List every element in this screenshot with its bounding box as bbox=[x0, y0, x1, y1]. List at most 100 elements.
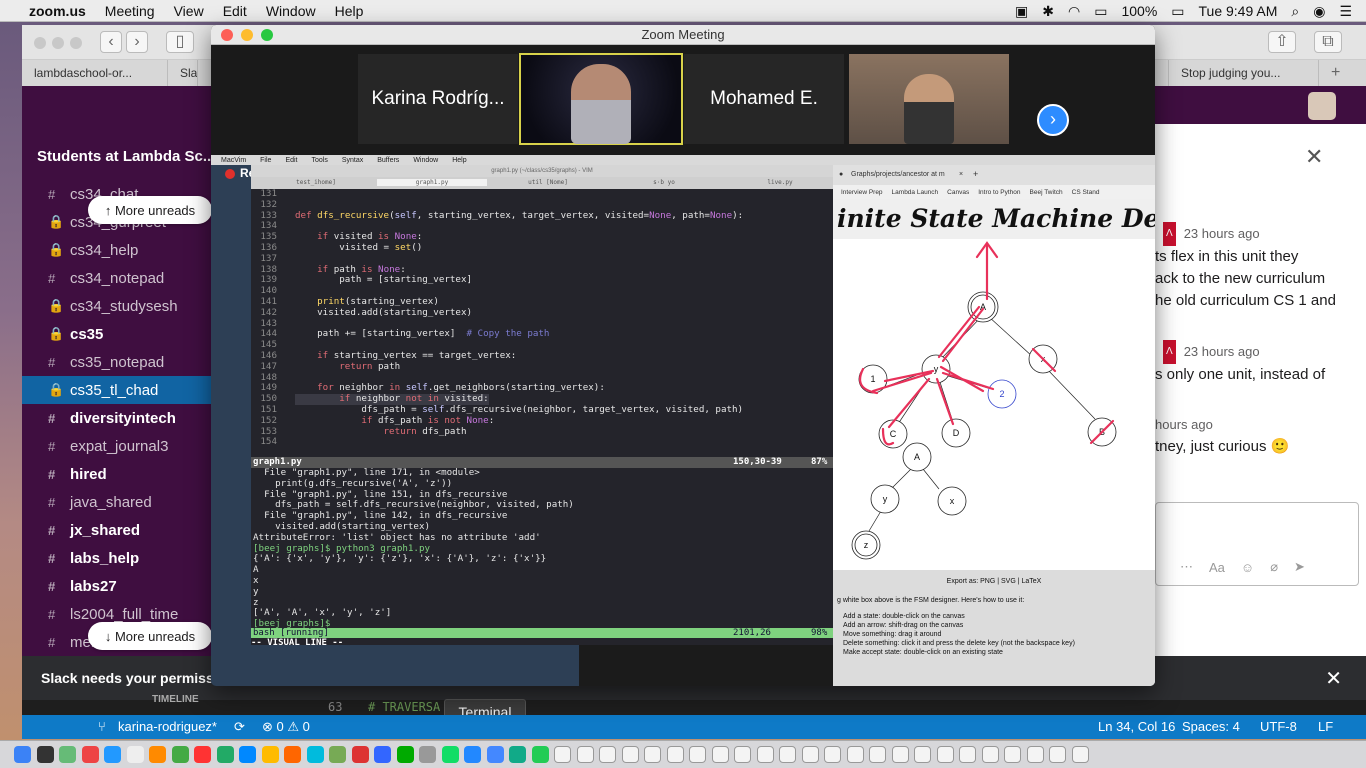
dock-app-icon[interactable] bbox=[846, 746, 864, 763]
dock-app-icon[interactable] bbox=[689, 746, 706, 763]
dock-app-icon[interactable] bbox=[666, 746, 684, 763]
dock-app-icon[interactable] bbox=[734, 746, 751, 763]
dock-app-icon[interactable] bbox=[126, 746, 144, 763]
sidebar-item-cs34-notepad[interactable]: # cs34_notepad bbox=[22, 264, 212, 292]
dock-app-icon[interactable] bbox=[14, 746, 31, 763]
workspace-name[interactable]: Students at Lambda Sc... bbox=[37, 148, 215, 165]
more-unreads-bottom-button[interactable]: ↓ More unreads bbox=[88, 622, 212, 650]
avatar[interactable] bbox=[1308, 92, 1336, 120]
sidebar-item-cs34-studysesh[interactable]: 🔒 cs34_studysesh bbox=[22, 292, 212, 320]
sidebar-item-hired[interactable]: # hired bbox=[22, 460, 212, 488]
close-icon[interactable]: ✕ bbox=[1325, 666, 1342, 691]
dock-app-icon[interactable] bbox=[1071, 746, 1089, 763]
dock-app-icon[interactable] bbox=[779, 746, 796, 763]
code-pane[interactable]: 131 132 133 def dfs_recursive(self, startin… bbox=[251, 188, 833, 457]
dock-app-icon[interactable] bbox=[981, 746, 999, 763]
more-unreads-top-button[interactable]: ↑ More unreads bbox=[88, 196, 212, 224]
siri-icon[interactable]: ◉ bbox=[1313, 3, 1325, 20]
menu-window[interactable]: Window bbox=[266, 3, 316, 19]
remote-menu-item[interactable]: MacVim bbox=[221, 157, 246, 164]
back-icon[interactable]: ‹ bbox=[100, 31, 122, 53]
dock-app-icon[interactable] bbox=[216, 746, 234, 763]
dock-app-icon[interactable] bbox=[81, 746, 99, 763]
dock-app-icon[interactable] bbox=[284, 746, 301, 763]
menu-help[interactable]: Help bbox=[335, 3, 364, 19]
git-branch[interactable]: karina-rodriguez* bbox=[118, 719, 217, 734]
bookmark-item[interactable]: Interview Prep bbox=[841, 189, 883, 196]
dock-app-icon[interactable] bbox=[554, 746, 571, 763]
sidebar-item-cs34-help[interactable]: 🔒 cs34_help bbox=[22, 236, 212, 264]
terminal-pane[interactable]: File "graph1.py", line 171, in <module> … bbox=[251, 467, 833, 629]
sync-icon[interactable]: ⟳ bbox=[234, 719, 245, 735]
forward-icon[interactable]: › bbox=[126, 31, 148, 53]
airplay-icon[interactable]: ▭ bbox=[1094, 3, 1107, 20]
participant-tile[interactable]: Karina Rodríg... bbox=[358, 54, 518, 144]
dock-app-icon[interactable] bbox=[824, 746, 841, 763]
bookmark-item[interactable]: Canvas bbox=[947, 189, 969, 196]
dock-app-icon[interactable] bbox=[464, 746, 481, 763]
message-time[interactable]: 23 hours ago bbox=[1184, 223, 1260, 245]
vim-tab[interactable]: test_ihome] bbox=[261, 179, 371, 186]
message-composer[interactable]: ⋯ Aa ☺ ⌀ ➤ bbox=[1155, 502, 1359, 586]
dock-app-icon[interactable] bbox=[801, 746, 819, 763]
vim-tab[interactable]: graph1.py bbox=[377, 179, 487, 186]
sidebar-item-expat-journal3[interactable]: # expat_journal3 bbox=[22, 432, 212, 460]
send-icon[interactable]: ➤ bbox=[1294, 559, 1305, 575]
git-branch-icon[interactable]: ⑂ bbox=[98, 719, 106, 734]
remote-menu-item[interactable]: Window bbox=[413, 157, 438, 164]
clock[interactable]: Tue 9:49 AM bbox=[1199, 3, 1278, 19]
dock-app-icon[interactable] bbox=[261, 746, 279, 763]
dock-app-icon[interactable] bbox=[531, 746, 549, 763]
menu-view[interactable]: View bbox=[174, 3, 204, 19]
remote-menu-item[interactable]: Help bbox=[452, 157, 466, 164]
dock-app-icon[interactable] bbox=[36, 746, 54, 763]
dock-app-icon[interactable] bbox=[576, 746, 594, 763]
sidebar-item-cs35[interactable]: 🔒 cs35 bbox=[22, 320, 212, 348]
vim-tab[interactable]: util [Nome] bbox=[493, 179, 603, 186]
dock-app-icon[interactable] bbox=[644, 746, 661, 763]
emoji-icon[interactable]: ☺ bbox=[1241, 560, 1254, 575]
menu-edit[interactable]: Edit bbox=[223, 3, 247, 19]
browser-tab[interactable]: Stop judging you... bbox=[1169, 60, 1319, 86]
minimize-button[interactable] bbox=[52, 37, 64, 49]
attach-icon[interactable]: ⌀ bbox=[1270, 559, 1278, 575]
new-tab-button[interactable]: + bbox=[1319, 60, 1352, 86]
participant-tile[interactable]: Mohamed E. bbox=[684, 54, 844, 144]
menu-app-name[interactable]: zoom.us bbox=[29, 3, 86, 19]
cursor-position[interactable]: Ln 34, Col 16 bbox=[1098, 719, 1175, 734]
dock-app-icon[interactable] bbox=[306, 746, 324, 763]
dock-app-icon[interactable] bbox=[419, 746, 436, 763]
zoom-status-icon[interactable]: ▣ bbox=[1015, 3, 1028, 20]
dock-app-icon[interactable] bbox=[914, 746, 931, 763]
vim-tab[interactable]: s·b yo bbox=[609, 179, 719, 186]
dock-app-icon[interactable] bbox=[936, 746, 954, 763]
notification-center-icon[interactable]: ☰ bbox=[1339, 3, 1352, 20]
dock-app-icon[interactable] bbox=[171, 746, 189, 763]
dock-app-icon[interactable] bbox=[599, 746, 616, 763]
close-button[interactable] bbox=[221, 29, 233, 41]
dock-app-icon[interactable] bbox=[486, 746, 504, 763]
dock-app-icon[interactable] bbox=[959, 746, 976, 763]
format-text-icon[interactable]: Aa bbox=[1209, 560, 1225, 575]
dock-app-icon[interactable] bbox=[194, 746, 211, 763]
browser-tab[interactable]: lambdaschool-or... bbox=[22, 60, 168, 86]
share-icon[interactable]: ⇧ bbox=[1268, 31, 1296, 53]
dock-app-icon[interactable] bbox=[711, 746, 729, 763]
message-time[interactable]: hours ago bbox=[1155, 414, 1366, 436]
message-time[interactable]: 23 hours ago bbox=[1184, 341, 1260, 363]
dock-app-icon[interactable] bbox=[509, 746, 526, 763]
tab-title[interactable]: Graphs/projects/ancestor at m bbox=[851, 171, 945, 178]
line-ending[interactable]: LF bbox=[1318, 719, 1333, 734]
dock-app-icon[interactable] bbox=[104, 746, 121, 763]
fsm-canvas[interactable]: A y x 1 C D B 2 A y x z bbox=[833, 239, 1155, 570]
sidebar-item-jx-shared[interactable]: # jx_shared bbox=[22, 516, 212, 544]
dock-app-icon[interactable] bbox=[396, 746, 414, 763]
close-icon[interactable]: ✕ bbox=[1305, 144, 1323, 170]
next-page-icon[interactable]: › bbox=[1037, 104, 1069, 136]
dock-app-icon[interactable] bbox=[891, 746, 909, 763]
dock-app-icon[interactable] bbox=[329, 746, 346, 763]
close-button[interactable] bbox=[34, 37, 46, 49]
bluetooth-icon[interactable]: ✱ bbox=[1042, 3, 1054, 20]
active-speaker-video[interactable] bbox=[519, 53, 683, 145]
battery-icon[interactable]: ▭ bbox=[1171, 3, 1184, 20]
